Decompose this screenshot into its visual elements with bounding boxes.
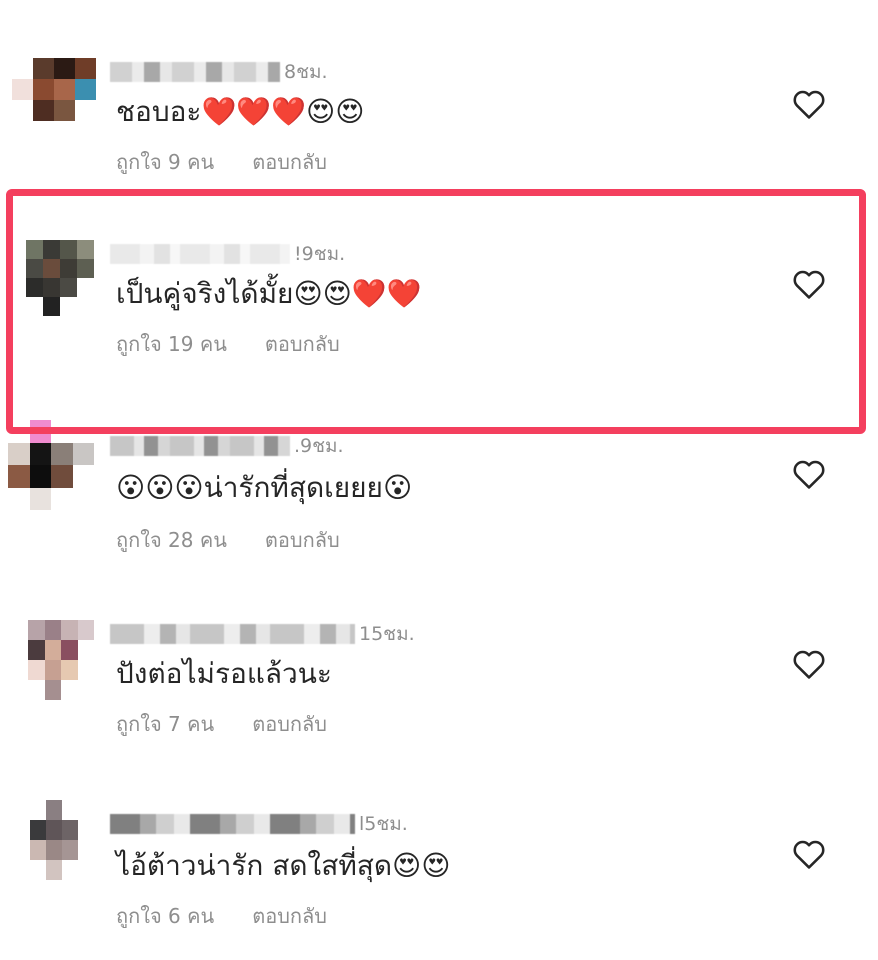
like-count[interactable]: ถูกใจ 7 คน (116, 708, 214, 740)
comment-meta: ถูกใจ 7 คน ตอบกลับ (116, 708, 327, 740)
avatar[interactable] (12, 58, 96, 142)
comment-text: ชอบอะ❤️❤️❤️😍😍 (116, 95, 365, 128)
reply-button[interactable]: ตอบกลับ (252, 146, 327, 178)
like-count[interactable]: ถูกใจ 19 คน (116, 328, 227, 360)
comment-item: !9ชม. เป็นคู่จริงได้มั้ย😍😍❤️❤️ ถูกใจ 19 … (0, 240, 878, 390)
username-blurred[interactable] (110, 244, 290, 264)
comment-item: 15ชม. ปังต่อไม่รอแล้วนะ ถูกใจ 7 คน ตอบกล… (0, 620, 878, 770)
comment-item: .9ชม. 😮😮😮น่ารักที่สุดเยยย😮 ถูกใจ 28 คน ต… (0, 420, 878, 580)
comment-time: .9ชม. (294, 435, 344, 457)
username-row[interactable]: !9ชม. (110, 240, 345, 264)
comment-meta: ถูกใจ 19 คน ตอบกลับ (116, 328, 340, 360)
heart-outline-icon[interactable] (792, 648, 826, 680)
comment-item: l5ชม. ไอ้ต้าวน่ารัก สดใสที่สุด😍😍 ถูกใจ 6… (0, 800, 878, 960)
like-count[interactable]: ถูกใจ 6 คน (116, 900, 214, 932)
comment-time: !9ชม. (294, 243, 346, 265)
comment-time: l5ชม. (359, 813, 408, 835)
username-row[interactable]: 15ชม. (110, 620, 415, 644)
avatar[interactable] (28, 620, 94, 700)
like-count[interactable]: ถูกใจ 28 คน (116, 524, 227, 556)
comment-meta: ถูกใจ 6 คน ตอบกลับ (116, 900, 327, 932)
avatar[interactable] (26, 240, 94, 316)
comment-text: ปังต่อไม่รอแล้วนะ (116, 657, 332, 690)
username-row[interactable]: l5ชม. (110, 810, 408, 834)
reply-button[interactable]: ตอบกลับ (265, 524, 340, 556)
comment-text: 😮😮😮น่ารักที่สุดเยยย😮 (116, 471, 413, 504)
username-blurred[interactable] (110, 624, 355, 644)
reply-button[interactable]: ตอบกลับ (252, 708, 327, 740)
username-blurred[interactable] (110, 436, 290, 456)
username-blurred[interactable] (110, 814, 355, 834)
heart-outline-icon[interactable] (792, 268, 826, 300)
comment-item: 8ชม. ชอบอะ❤️❤️❤️😍😍 ถูกใจ 9 คน ตอบกลับ (0, 58, 878, 208)
comment-meta: ถูกใจ 9 คน ตอบกลับ (116, 146, 327, 178)
username-blurred[interactable] (110, 62, 280, 82)
avatar[interactable] (30, 800, 94, 880)
avatar[interactable] (8, 420, 94, 510)
comment-text: ไอ้ต้าวน่ารัก สดใสที่สุด😍😍 (116, 849, 451, 882)
comment-meta: ถูกใจ 28 คน ตอบกลับ (116, 524, 340, 556)
heart-outline-icon[interactable] (792, 458, 826, 490)
reply-button[interactable]: ตอบกลับ (252, 900, 327, 932)
comment-time: 8ชม. (284, 61, 328, 83)
reply-button[interactable]: ตอบกลับ (265, 328, 340, 360)
like-count[interactable]: ถูกใจ 9 คน (116, 146, 214, 178)
username-row[interactable]: .9ชม. (110, 432, 344, 456)
comment-time: 15ชม. (359, 623, 415, 645)
heart-outline-icon[interactable] (792, 838, 826, 870)
heart-outline-icon[interactable] (792, 88, 826, 120)
comment-text: เป็นคู่จริงได้มั้ย😍😍❤️❤️ (116, 277, 422, 310)
username-row[interactable]: 8ชม. (110, 58, 328, 82)
